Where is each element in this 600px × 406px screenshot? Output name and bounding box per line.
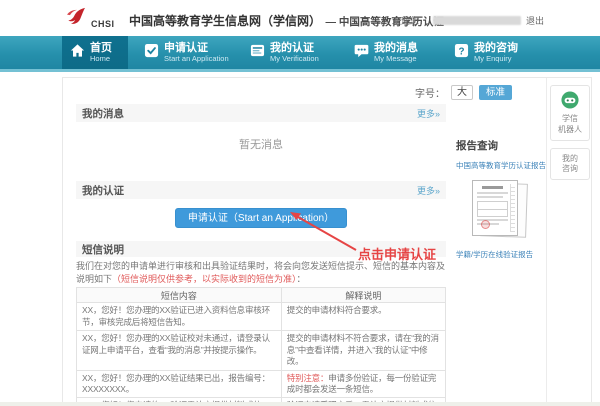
footer-strip (0, 402, 600, 406)
font-size-large-button[interactable]: 大 (451, 85, 473, 100)
check-square-icon (144, 43, 159, 63)
tab-my-message-label: 我的消息 (374, 42, 418, 55)
tab-my-enquiry[interactable]: ? 我的咨询My Enquiry (446, 36, 540, 69)
user-bar: 欢迎您， 退出 (392, 14, 544, 27)
tab-home[interactable]: 首页Home (62, 36, 128, 69)
id-card-icon (250, 43, 265, 63)
site-title-main: 中国高等教育学生信息网（学信网） (129, 14, 321, 28)
report-seal (481, 220, 490, 229)
message-icon (354, 43, 369, 63)
tab-my-message[interactable]: 我的消息My Message (346, 36, 442, 69)
main-nav: 首页Home 申请认证Start an Application 我的认证My V… (0, 36, 600, 72)
phoenix-logo-icon (64, 7, 88, 30)
sms-col-explain: 解释说明 (281, 288, 445, 303)
enquiry-label-line2: 咨询 (553, 164, 587, 175)
my-messages-section-header: 我的消息 更多» (76, 104, 446, 122)
font-size-control: 字号： 大 标准 (415, 85, 512, 100)
no-messages-text: 暂无消息 (76, 136, 446, 152)
tab-my-verification-label: 我的认证 (270, 42, 319, 55)
table-row: XX，您好！您办理的XX验证校对未通过，请登录认证网上申请平台，查看“我的消息”… (77, 331, 446, 370)
home-icon (70, 43, 85, 63)
floating-widget-column: 学信 机器人 我的 咨询 (550, 85, 590, 180)
tab-start-application-label: 申请认证 (164, 42, 229, 55)
my-messages-more-link[interactable]: 更多» (417, 107, 440, 120)
username-redacted (433, 16, 521, 25)
my-messages-title: 我的消息 (82, 106, 124, 121)
sidebar-divider (546, 78, 547, 405)
tab-start-application[interactable]: 申请认证Start an Application (136, 36, 238, 69)
sms-intro-colon: ： (297, 274, 306, 284)
report-query-title: 报告查询 (456, 138, 544, 153)
sms-content-cell: XX，您好！您办理的XX验证结果已出，报告编号：XXXXXXXX。 (77, 370, 282, 398)
sms-table-header-row: 短信内容 解释说明 (77, 288, 446, 303)
my-verification-section-header: 我的认证 更多» (76, 181, 446, 199)
table-row: XX，您好！您办理的XX验证结果已出，报告编号：XXXXXXXX。 特别注意：申… (77, 370, 446, 398)
online-verification-report-link[interactable]: 学籍/学历在线验证报告 (456, 249, 544, 260)
tab-my-enquiry-label: 我的咨询 (474, 42, 518, 55)
question-icon: ? (454, 43, 469, 63)
annotation-text: 点击申请认证 (358, 244, 436, 263)
logout-link[interactable]: 退出 (526, 14, 544, 27)
brand-text: CHSI (91, 19, 115, 29)
my-verification-title: 我的认证 (82, 183, 124, 198)
sms-explain-cell: 提交的申请材料不符合要求，请在“我的消息”中查看详情，并进入“我的认证”中修改。 (281, 331, 445, 370)
my-verification-more-link[interactable]: 更多» (417, 184, 440, 197)
font-size-standard-button[interactable]: 标准 (479, 85, 512, 100)
robot-label-line1: 学信 (553, 114, 587, 125)
sms-explain-cell: 特别注意：申请多份验证，每一份验证完成时都会发送一条短信。 (281, 370, 445, 398)
sms-intro-paragraph: 我们在对您的申请单进行审核和出具验证结果时，将会向您发送短信提示、短信的基本内容… (76, 260, 446, 285)
robot-label-line2: 机器人 (553, 125, 587, 136)
sms-intro-note-red: （短信说明仅供参考，以实际收到的短信为准） (112, 274, 297, 284)
tab-start-application-sublabel: Start an Application (164, 55, 229, 64)
welcome-label: 欢迎您， (392, 14, 428, 27)
svg-text:?: ? (458, 46, 464, 57)
sms-content-cell: XX，您好！您办理的XX验证已进入资料信息审核环节，审核完成后将短信告知。 (77, 303, 282, 331)
tab-my-verification[interactable]: 我的认证My Verification (242, 36, 342, 69)
sms-content-cell: XX，您好！您办理的XX验证校对未通过，请登录认证网上申请平台，查看“我的消息”… (77, 331, 282, 370)
report-query-sidebar: 报告查询 中国高等教育学历认证报告 学籍/学历在线验证报告 (456, 138, 544, 260)
special-note-red: 特别注意： (287, 373, 329, 383)
tab-my-message-sublabel: My Message (374, 55, 418, 64)
apply-button-row: 申请认证（Start an Application） (76, 208, 446, 228)
table-row: XX，您好！您办理的XX验证已进入资料信息审核环节，审核完成后将短信告知。 提交… (77, 303, 446, 331)
report-page-front (472, 180, 518, 236)
font-size-label: 字号： (415, 85, 445, 100)
sms-explain-cell: 提交的申请材料符合要求。 (281, 303, 445, 331)
my-enquiry-widget[interactable]: 我的 咨询 (550, 148, 590, 181)
enquiry-label-line1: 我的 (553, 154, 587, 165)
report-thumbnail[interactable] (469, 180, 531, 242)
tab-my-enquiry-sublabel: My Enquiry (474, 55, 518, 64)
degree-report-link[interactable]: 中国高等教育学历认证报告 (456, 160, 544, 171)
robot-avatar-icon (561, 96, 579, 113)
tab-home-label: 首页 (90, 42, 112, 55)
chsi-homepage: CHSI 中国高等教育学生信息网（学信网） — 中国高等教育学历认证 欢迎您， … (0, 0, 600, 406)
site-header: CHSI 中国高等教育学生信息网（学信网） — 中国高等教育学历认证 欢迎您， … (0, 0, 600, 36)
chsi-logo[interactable]: CHSI (64, 7, 115, 30)
tab-home-sublabel: Home (90, 55, 112, 64)
start-application-button[interactable]: 申请认证（Start an Application） (175, 208, 347, 228)
sms-table: 短信内容 解释说明 XX，您好！您办理的XX验证已进入资料信息审核环节，审核完成… (76, 287, 446, 406)
tab-my-verification-sublabel: My Verification (270, 55, 319, 64)
content-frame: 字号： 大 标准 我的消息 更多» 暂无消息 我的认证 更多» 申请认证（Sta… (62, 77, 592, 406)
xuexin-robot-widget[interactable]: 学信 机器人 (550, 85, 590, 141)
sms-title: 短信说明 (82, 242, 124, 257)
sms-col-content: 短信内容 (77, 288, 282, 303)
